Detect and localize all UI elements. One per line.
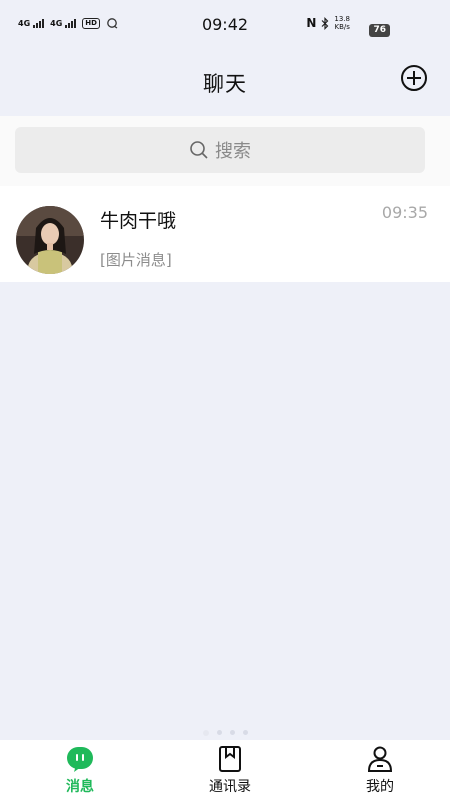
speed-unit: KB/s	[334, 23, 350, 31]
status-bar: 4G 4G HD 09:42 N 13.8 KB/s 76	[0, 0, 450, 50]
chat-last-message: [图片消息]	[100, 251, 172, 269]
tab-messages[interactable]: 消息	[25, 740, 135, 800]
avatar-image	[16, 206, 84, 274]
speed-value: 13.8	[334, 15, 350, 23]
add-icon[interactable]	[400, 64, 428, 92]
tab-contacts-label: 通讯录	[209, 779, 251, 795]
status-right: N 13.8 KB/s	[306, 15, 350, 31]
profile-icon	[367, 746, 393, 772]
search-placeholder: 搜索	[215, 141, 251, 162]
chat-time: 09:35	[381, 203, 428, 222]
nfc-icon: N	[306, 16, 317, 30]
page-dot	[216, 730, 222, 735]
message-icon	[67, 747, 93, 772]
page-title: 聊天	[203, 72, 247, 96]
bluetooth-icon	[321, 16, 329, 30]
chat-list-item[interactable]: 牛肉干哦 [图片消息] 09:35	[0, 186, 450, 282]
page-indicator	[0, 730, 450, 736]
search-icon	[190, 141, 208, 159]
bottom-tab-bar: 消息 通讯录 我的	[0, 740, 450, 800]
chat-name: 牛肉干哦	[100, 210, 177, 232]
page-dot	[242, 730, 248, 735]
page-dot	[202, 730, 209, 736]
app-header: 聊天	[0, 50, 450, 116]
contacts-icon	[219, 746, 241, 772]
page-dot	[229, 730, 235, 735]
network-speed: 13.8 KB/s	[334, 15, 350, 31]
search-input[interactable]: 搜索	[15, 127, 425, 173]
tab-profile[interactable]: 我的	[325, 740, 435, 800]
battery-icon: 76	[369, 17, 390, 37]
tab-profile-label: 我的	[366, 779, 394, 795]
tab-contacts[interactable]: 通讯录	[175, 740, 285, 800]
tab-messages-label: 消息	[66, 779, 94, 795]
battery-level: 76	[369, 24, 390, 37]
avatar[interactable]	[16, 206, 84, 274]
search-area: 搜索	[0, 116, 450, 186]
